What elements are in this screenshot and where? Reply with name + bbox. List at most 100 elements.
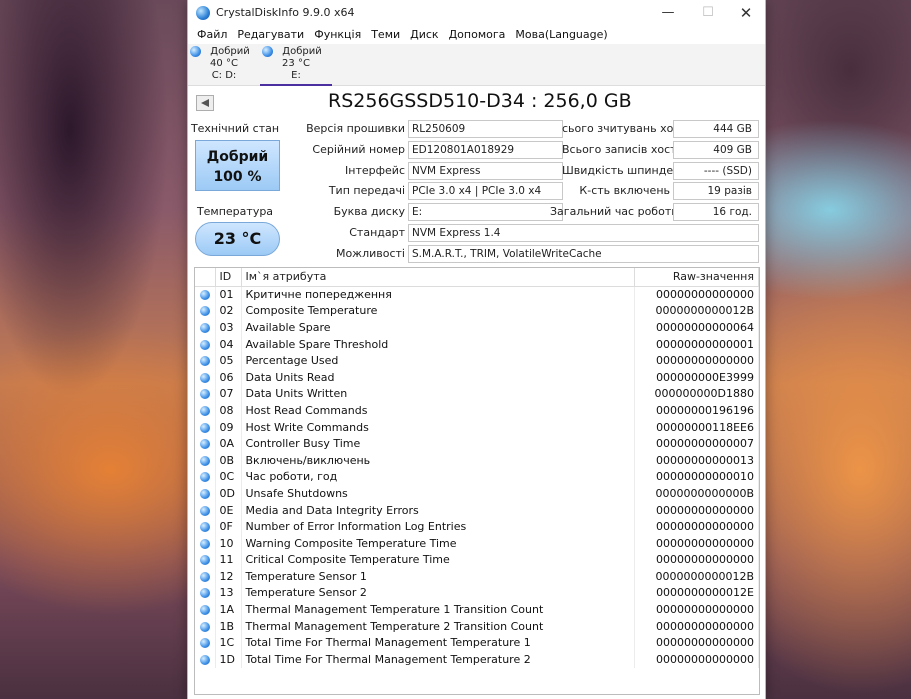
previous-disk-button[interactable] [196,95,214,111]
table-row[interactable]: 12 Temperature Sensor 1 0000000000012B [195,568,759,585]
transfer-mode-label: Тип передачі [328,184,405,197]
table-row[interactable]: 0B Включень/виключень 00000000000013 [195,451,759,469]
row-status-cell [195,534,216,552]
row-status-cell [195,302,216,320]
table-row[interactable]: 04 Available Spare Threshold 0000000000000… [195,335,759,353]
attribute-name: Available Spare Threshold [241,335,635,353]
attribute-name: Критичне попередження [241,286,635,303]
drive-tab-e[interactable]: Добрий 23 °C E: [260,44,332,86]
attribute-name: Available Spare [241,319,635,336]
status-good-icon [199,322,210,333]
table-row[interactable]: 02 Composite Temperature 0000000000012B [195,302,759,320]
table-row[interactable]: 03 Available Spare 00000000000064 [195,319,759,336]
status-good-icon [199,290,210,301]
table-row[interactable]: 1C Total Time For Thermal Management Temp… [195,634,759,652]
status-good-icon [199,522,210,533]
attribute-id: 13 [215,584,242,602]
attribute-id: 04 [215,335,242,353]
table-row[interactable]: 10 Warning Composite Temperature Time 0000… [195,534,759,552]
health-status: Добрий [206,149,269,165]
row-status-cell [195,485,216,502]
attribute-raw-value: 00000000118EE6 [634,418,759,436]
attribute-name-column-header[interactable]: Ім`я атрибута [241,268,635,287]
row-status-cell [195,335,216,353]
table-row[interactable]: 08 Host Read Commands 00000000196196 [195,402,759,419]
attribute-raw-value: 00000000000064 [634,319,759,336]
attribute-name: Total Time For Thermal Management Temper… [241,651,635,668]
table-row[interactable]: 0D Unsafe Shutdowns 0000000000000B [195,485,759,502]
menu-file[interactable]: Файл [192,26,232,44]
table-row[interactable]: 07 Data Units Written 000000000D1880 [195,385,759,403]
table-row[interactable]: 1D Total Time For Thermal Management Temp… [195,651,759,668]
table-row[interactable]: 0A Controller Busy Time 00000000000007 [195,435,759,452]
features-label: Можливості [335,247,405,260]
standard-label: Стандарт [349,226,405,239]
id-column-header[interactable]: ID [215,268,242,287]
status-column-header[interactable] [195,268,216,287]
attribute-name: Number of Error Information Log Entries [241,518,635,535]
table-row[interactable]: 0E Media and Data Integrity Errors 0000000… [195,501,759,519]
rotation-rate-label: Швидкість шпинделя [562,164,687,177]
attribute-raw-value: 00000000000000 [634,501,759,519]
temperature-box[interactable]: 23 °C [195,222,280,256]
power-on-hours-value: 16 год. [673,203,759,221]
attribute-name: Thermal Management Temperature 1 Transit… [241,601,635,618]
table-row[interactable]: 1B Thermal Management Temperature 2 Trans… [195,617,759,635]
app-disk-icon [196,6,210,20]
menu-function[interactable]: Функція [309,26,366,44]
status-good-icon [199,605,210,616]
menu-disk[interactable]: Диск [405,26,443,44]
power-on-count-value: 19 разів [673,182,759,200]
smart-attributes-table[interactable]: ID Ім`я атрибута Raw-значення 01 Критичне… [194,267,760,695]
health-status-box[interactable]: Добрий 100 % [195,140,280,191]
raw-value-column-header[interactable]: Raw-значення [634,268,759,287]
attribute-id: 0E [215,501,242,519]
table-row[interactable]: 13 Temperature Sensor 2 0000000000012E [195,584,759,602]
attribute-name: Composite Temperature [241,302,635,320]
attribute-raw-value: 000000000E3999 [634,368,759,386]
table-row[interactable]: 06 Data Units Read 000000000E3999 [195,368,759,386]
menu-bar: Файл Редагувати Функція Теми Диск Допомо… [188,26,765,44]
menu-help[interactable]: Допомога [444,26,511,44]
drive-temp: 23 °C [282,58,310,69]
attribute-id: 0D [215,485,242,502]
table-row[interactable]: 1A Thermal Management Temperature 1 Trans… [195,601,759,618]
table-row[interactable]: 01 Критичне попередження 00000000000000 [195,286,759,303]
attribute-raw-value: 00000000000010 [634,468,759,486]
features-value: S.M.A.R.T., TRIM, VolatileWriteCache [408,245,759,263]
attribute-name: Host Read Commands [241,402,635,419]
status-good-icon [199,389,210,400]
temperature-label: Температура [196,205,274,218]
attribute-raw-value: 0000000000012E [634,584,759,602]
status-good-icon [199,505,210,516]
status-good-icon [199,372,210,383]
menu-edit[interactable]: Редагувати [232,26,309,44]
close-button[interactable]: ✕ [726,0,766,26]
table-body: 01 Критичне попередження 00000000000000 02 C… [195,286,759,668]
title-bar[interactable]: CrystalDiskInfo 9.9.0 x64 — ☐ ✕ [188,0,765,26]
table-row[interactable]: 09 Host Write Commands 00000000118EE6 [195,418,759,436]
attribute-name: Media and Data Integrity Errors [241,501,635,519]
disk-model-title: RS256GSSD510-D34 : 256,0 GB [328,90,632,112]
drive-tab-c-d[interactable]: Добрий 40 °C C: D: [188,44,260,86]
maximize-button[interactable]: ☐ [688,0,728,26]
table-row[interactable]: 0C Час роботи, год 00000000000010 [195,468,759,486]
status-good-icon [199,621,210,632]
attribute-id: 02 [215,302,242,320]
attribute-id: 0F [215,518,242,535]
menu-language[interactable]: Мова(Language) [510,26,612,44]
attribute-raw-value: 00000000000000 [634,551,759,569]
status-good-icon [199,339,210,350]
attribute-id: 1B [215,617,242,635]
attribute-raw-value: 00000000000000 [634,352,759,369]
menu-theme[interactable]: Теми [366,26,405,44]
attribute-id: 06 [215,368,242,386]
attribute-id: 0C [215,468,242,486]
attribute-name: Total Time For Thermal Management Temper… [241,634,635,652]
attribute-name: Unsafe Shutdowns [241,485,635,502]
table-row[interactable]: 05 Percentage Used 00000000000000 [195,352,759,369]
table-row[interactable]: 0F Number of Error Information Log Entrie… [195,518,759,535]
attribute-name: Thermal Management Temperature 2 Transit… [241,617,635,635]
minimize-button[interactable]: — [648,0,688,26]
table-row[interactable]: 11 Critical Composite Temperature Time 000… [195,551,759,569]
